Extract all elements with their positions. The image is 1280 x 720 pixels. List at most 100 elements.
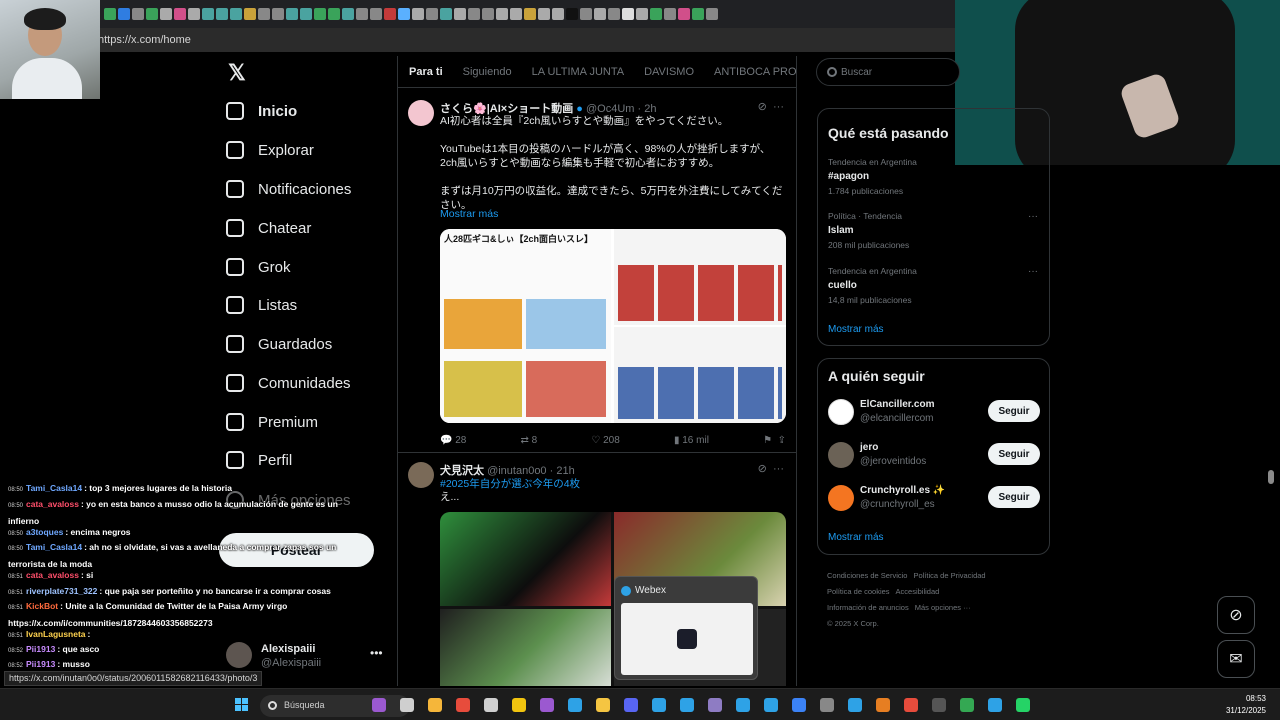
windows-start-icon[interactable] [235, 698, 249, 712]
taskbar-search[interactable]: Búsqueda [260, 695, 410, 717]
tab-la-ultima-junta[interactable]: LA ULTIMA JUNTA [532, 66, 625, 78]
browser-tab-favicon-icon[interactable] [244, 8, 256, 20]
taskbar-app-icon[interactable] [372, 698, 386, 712]
trend-item[interactable]: Tendencia en Argentina cuello 14,8 mil p… [828, 266, 1038, 305]
browser-tab-favicon-icon[interactable] [314, 8, 326, 20]
trend-item[interactable]: Política · Tendencia Islam 208 mil publi… [828, 211, 1038, 250]
post-image[interactable] [614, 327, 786, 423]
search-input[interactable]: Buscar [816, 58, 960, 86]
tab-davismo[interactable]: DAVISMO [644, 66, 694, 78]
browser-tab-favicon-icon[interactable] [496, 8, 508, 20]
nav-item-listas[interactable]: Listas [226, 287, 297, 323]
x-logo-icon[interactable]: 𝕏 [228, 60, 246, 86]
post-image[interactable] [440, 512, 611, 606]
nav-item-guardados[interactable]: Guardados [226, 326, 332, 362]
reply-button[interactable]: 💬 28 [440, 435, 466, 446]
footer-link[interactable]: Más opciones ··· [915, 603, 971, 612]
messages-fab-icon[interactable]: ✉ [1217, 640, 1255, 678]
nav-item-notificaciones[interactable]: Notificaciones [226, 171, 351, 207]
browser-tab-favicon-icon[interactable] [636, 8, 648, 20]
taskbar-app-icon[interactable] [708, 698, 722, 712]
grok-icon[interactable]: ⊘ [758, 101, 767, 113]
browser-tab-favicon-icon[interactable] [146, 8, 158, 20]
browser-tab-favicon-icon[interactable] [132, 8, 144, 20]
taskbar-app-icon[interactable] [568, 698, 582, 712]
browser-tab-favicon-icon[interactable] [216, 8, 228, 20]
browser-tab-favicon-icon[interactable] [552, 8, 564, 20]
browser-tab-favicon-icon[interactable] [706, 8, 718, 20]
post-image[interactable] [440, 609, 611, 686]
browser-tab-favicon-icon[interactable] [678, 8, 690, 20]
taskbar-app-icon[interactable] [1016, 698, 1030, 712]
browser-tab-favicon-icon[interactable] [426, 8, 438, 20]
footer-link[interactable]: Política de Privacidad [913, 571, 985, 580]
avatar[interactable] [828, 485, 854, 511]
follow-button[interactable]: Seguir [988, 486, 1040, 508]
webex-window-preview[interactable] [621, 603, 753, 675]
avatar[interactable] [828, 399, 854, 425]
browser-tab-favicon-icon[interactable] [398, 8, 410, 20]
grok-icon[interactable]: ⊘ [758, 463, 767, 475]
taskbar-app-icon[interactable] [932, 698, 946, 712]
follow-suggestion[interactable]: Crunchyroll.es ✨ @crunchyroll_es Seguir [828, 483, 1040, 513]
taskbar-app-icon[interactable] [456, 698, 470, 712]
browser-tab-favicon-icon[interactable] [510, 8, 522, 20]
browser-tab-favicon-icon[interactable] [104, 8, 116, 20]
taskbar-app-icon[interactable] [680, 698, 694, 712]
browser-tab-favicon-icon[interactable] [524, 8, 536, 20]
browser-tab-favicon-icon[interactable] [650, 8, 662, 20]
browser-tab-favicon-icon[interactable] [608, 8, 620, 20]
avatar[interactable] [828, 442, 854, 468]
footer-link[interactable]: Accesibilidad [896, 587, 940, 596]
more-dots-icon[interactable]: ··· [1028, 211, 1038, 222]
trend-item[interactable]: Tendencia en Argentina #apagon 1.784 pub… [828, 157, 1038, 196]
browser-tab-favicon-icon[interactable] [482, 8, 494, 20]
grok-fab-icon[interactable]: ⊘ [1217, 596, 1255, 634]
nav-item-explorar[interactable]: Explorar [226, 132, 314, 168]
avatar[interactable] [408, 100, 434, 126]
browser-tab-favicon-icon[interactable] [174, 8, 186, 20]
repost-button[interactable]: ⇄ 8 [521, 435, 538, 446]
browser-tab-favicon-icon[interactable] [118, 8, 130, 20]
nav-item-perfil[interactable]: Perfil [226, 442, 292, 478]
browser-tab-favicon-icon[interactable] [370, 8, 382, 20]
browser-tab-favicon-icon[interactable] [202, 8, 214, 20]
system-clock[interactable]: 08:53 31/12/2025 [1226, 693, 1266, 717]
browser-tab-favicon-icon[interactable] [468, 8, 480, 20]
follow-button[interactable]: Seguir [988, 443, 1040, 465]
webex-preview-popup[interactable]: Webex [614, 576, 758, 680]
like-button[interactable]: ♡ 208 [591, 435, 619, 446]
browser-tab-favicon-icon[interactable] [300, 8, 312, 20]
taskbar-app-icon[interactable] [428, 698, 442, 712]
follow-suggestion[interactable]: jero @jeroveintidos Seguir [828, 440, 1040, 470]
taskbar-app-icon[interactable] [736, 698, 750, 712]
footer-link[interactable]: Información de anuncios [827, 603, 909, 612]
tab-para-ti[interactable]: Para ti [409, 66, 443, 78]
follow-show-more[interactable]: Mostrar más [828, 532, 884, 543]
browser-tab-favicon-icon[interactable] [566, 8, 578, 20]
share-icon[interactable]: ⇪ [778, 435, 786, 446]
taskbar-app-icon[interactable] [960, 698, 974, 712]
more-dots-icon[interactable]: ··· [773, 101, 784, 113]
browser-tab-favicon-icon[interactable] [188, 8, 200, 20]
tab-siguiendo[interactable]: Siguiendo [463, 66, 512, 78]
taskbar-app-icon[interactable] [512, 698, 526, 712]
hashtag-link[interactable]: #2025年自分が選ぶ今年の4枚 [440, 476, 580, 491]
footer-link[interactable]: Condiciones de Servicio [827, 571, 907, 580]
taskbar-app-icon[interactable] [652, 698, 666, 712]
browser-tab-favicon-icon[interactable] [580, 8, 592, 20]
browser-tab-favicon-icon[interactable] [342, 8, 354, 20]
more-dots-icon[interactable]: ··· [1028, 266, 1038, 277]
browser-tab-favicon-icon[interactable] [440, 8, 452, 20]
post-image[interactable]: 人28匹ギコ&しぃ【2ch面白いスレ】 [440, 229, 611, 423]
taskbar-app-icon[interactable] [540, 698, 554, 712]
url-text[interactable]: https://x.com/home [98, 34, 191, 46]
browser-tab-favicon-icon[interactable] [454, 8, 466, 20]
trends-show-more[interactable]: Mostrar más [828, 324, 884, 335]
follow-suggestion[interactable]: ElCanciller.com @elcancillercom Seguir [828, 397, 1040, 427]
browser-tab-favicon-icon[interactable] [328, 8, 340, 20]
taskbar-app-icon[interactable] [904, 698, 918, 712]
taskbar-app-icon[interactable] [764, 698, 778, 712]
taskbar-app-icon[interactable] [792, 698, 806, 712]
browser-tab-favicon-icon[interactable] [594, 8, 606, 20]
